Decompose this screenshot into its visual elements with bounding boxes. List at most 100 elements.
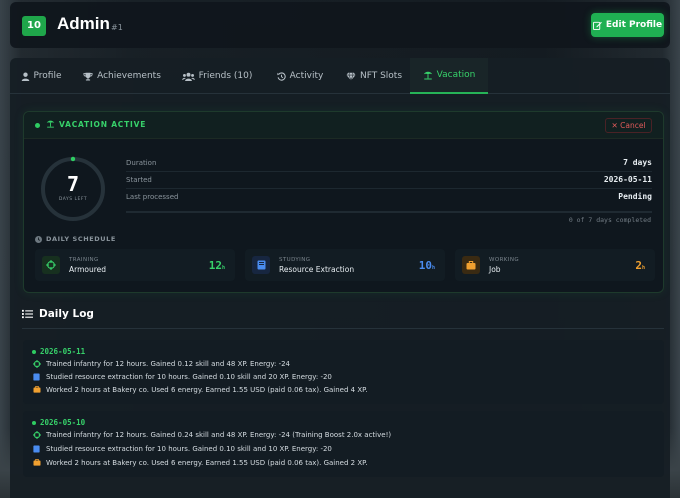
log-entry: Studied resource extraction for 10 hours… [32,444,332,453]
log-entry-text: Trained infantry for 12 hours. Gained 0.… [46,430,392,439]
vacation-progress-text: 0 of 7 days completed [568,216,651,224]
tab-profile[interactable]: Profile [10,58,72,94]
log-day-date: 2026-05-10 [32,418,85,427]
schedule-hours-value: 12 [208,259,222,272]
stat-value: 2026-05-11 [603,175,652,184]
log-day-card: 2026-05-11 Trained infantry for 12 hours… [23,340,664,404]
schedule-name: Resource Extraction [279,265,355,274]
stat-label: Started [126,176,152,184]
days-left-label: DAYS LEFT [58,197,88,202]
briefcase-icon [32,385,41,394]
user-name: Admin [57,14,110,33]
schedule-hours: 2h [635,259,645,272]
vacation-status-card: VACATION ACTIVE ✕ Cancel 7 DAYS LEFT Dur… [23,111,664,293]
log-day-date: 2026-05-11 [32,347,85,356]
vacation-status-title: VACATION ACTIVE [46,120,146,129]
schedule-hours-unit: h [431,265,435,271]
edit-profile-label: Edit Profile [605,20,663,30]
tab-achievements-label: Achievements [97,71,161,81]
schedule-name: Armoured [69,265,107,274]
stat-label: Duration [126,159,157,167]
log-entry: Trained infantry for 12 hours. Gained 0.… [32,430,391,439]
log-entry: Trained infantry for 12 hours. Gained 0.… [32,359,290,368]
umbrella-beach-icon [423,71,432,79]
schedule-kind: WORKING [489,257,519,263]
log-entry: Worked 2 hours at Bakery co. Used 6 ener… [32,458,368,467]
cancel-vacation-button[interactable]: ✕ Cancel [605,118,652,133]
log-day-date-text: 2026-05-11 [40,347,86,356]
vacation-card-header: VACATION ACTIVE ✕ Cancel [24,112,663,139]
schedule-item-working: WORKING Job 2h [455,249,655,281]
book-icon [252,256,270,274]
book-icon [32,444,41,453]
log-day-card: 2026-05-10 Trained infantry for 12 hours… [23,411,664,477]
crosshair-icon [32,430,41,439]
vacation-progress-bar [126,211,652,213]
profile-header: 10 Admin #1 Edit Profile [10,2,670,48]
log-day-date-text: 2026-05-10 [40,418,86,427]
profile-tabs: Profile Achievements Friends (10) Activi… [10,58,670,94]
log-entry-text: Trained infantry for 12 hours. Gained 0.… [46,359,291,368]
tab-vacation[interactable]: Vacation [410,58,488,94]
tab-achievements[interactable]: Achievements [72,58,172,94]
user-id: #1 [111,23,123,32]
daily-log-title: Daily Log [39,308,94,320]
schedule-hours: 10h [419,259,435,272]
divider [22,328,664,329]
schedule-hours-value: 2 [635,259,642,272]
vacation-active-dot [35,123,40,128]
tab-activity-label: Activity [289,71,324,81]
log-entry-text: Worked 2 hours at Bakery co. Used 6 ener… [46,385,368,394]
daily-schedule-label: DAILY SCHEDULE [46,235,116,243]
edit-profile-button[interactable]: Edit Profile [591,13,664,37]
briefcase-icon [462,256,480,274]
schedule-kind: STUDYING [279,257,311,263]
list-icon [22,309,33,319]
schedule-item-studying: STUDYING Resource Extraction 10h [245,249,445,281]
log-entry-text: Studied resource extraction for 10 hours… [46,444,332,453]
close-icon: ✕ [611,121,618,130]
schedule-hours-unit: h [641,265,645,271]
schedule-hours-unit: h [221,265,225,271]
cancel-vacation-label: Cancel [620,121,646,130]
stat-last-processed: Last processed Pending [126,190,652,206]
tab-nft-slots-label: NFT Slots [359,71,403,81]
trophy-icon [83,72,93,80]
vacation-status-text: VACATION ACTIVE [59,120,147,129]
days-left-number: 7 [66,172,80,196]
tab-friends[interactable]: Friends (10) [172,58,262,94]
daily-schedule-title: DAILY SCHEDULE [35,235,116,243]
schedule-hours-value: 10 [418,259,432,272]
stat-duration: Duration 7 days [126,156,652,172]
edit-icon [592,21,602,30]
schedule-item-training: TRAINING Armoured 12h [35,249,235,281]
daily-log-heading: Daily Log [22,308,94,320]
level-badge: 10 [22,16,46,36]
stat-value: Pending [618,192,652,201]
tab-vacation-label: Vacation [436,70,476,80]
crosshair-icon [42,256,60,274]
log-entry: Studied resource extraction for 10 hours… [32,372,332,381]
schedule-kind: TRAINING [69,257,99,263]
book-icon [32,372,41,381]
stat-started: Started 2026-05-11 [126,173,652,189]
tab-nft-slots[interactable]: NFT Slots [338,58,410,94]
tab-friends-label: Friends (10) [198,71,253,81]
clock-icon [35,235,42,243]
log-entry-text: Worked 2 hours at Bakery co. Used 6 ener… [46,458,368,467]
schedule-name: Job [489,265,501,274]
tab-activity[interactable]: Activity [262,58,338,94]
umbrella-beach-icon [46,120,55,128]
gem-icon [346,72,356,81]
users-icon [181,72,195,81]
log-entry: Worked 2 hours at Bakery co. Used 6 ener… [32,385,368,394]
user-icon [21,72,29,81]
briefcase-icon [32,458,41,467]
stat-label: Last processed [126,193,179,201]
tab-profile-label: Profile [33,71,62,81]
history-icon [277,71,286,81]
stat-value: 7 days [623,158,652,167]
log-entry-text: Studied resource extraction for 10 hours… [46,372,332,381]
schedule-hours: 12h [209,259,225,272]
crosshair-icon [32,359,41,368]
